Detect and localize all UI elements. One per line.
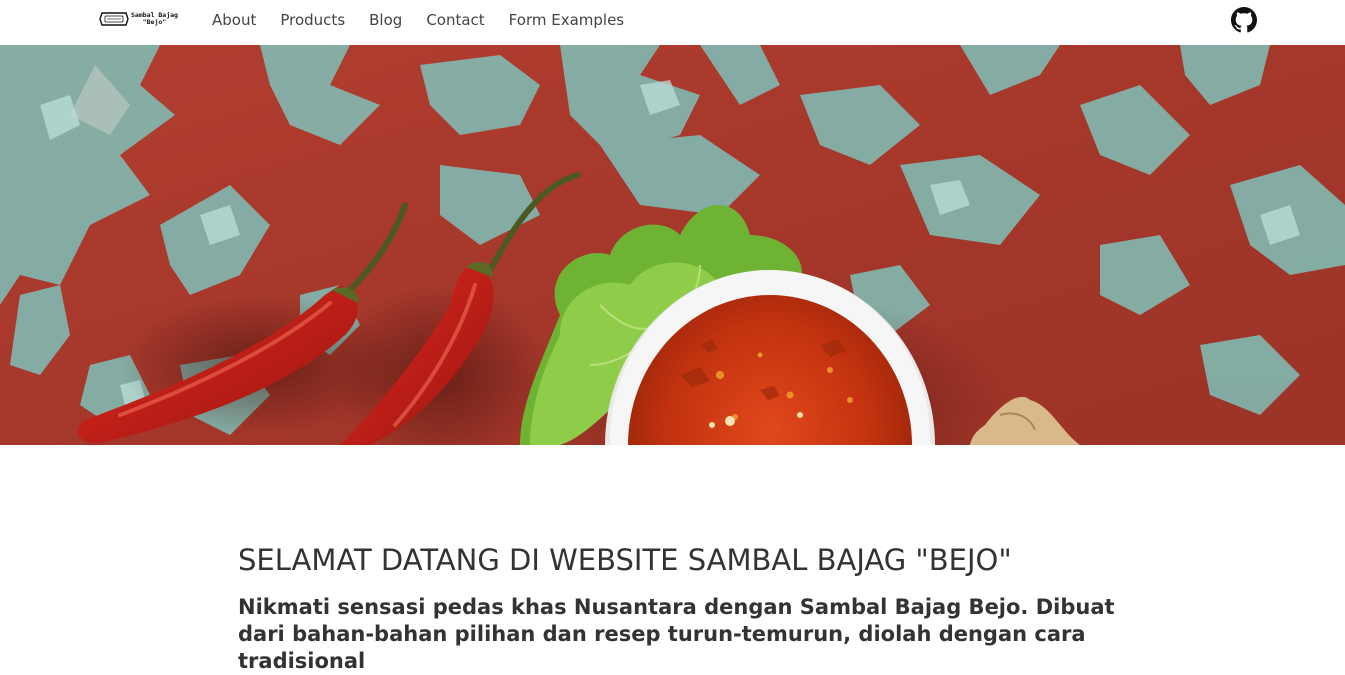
navbar: Sambal Bajag "Bejo" About Products Blog … — [0, 0, 1345, 45]
github-icon[interactable] — [1231, 7, 1257, 33]
nav-link-form-examples[interactable]: Form Examples — [509, 10, 624, 30]
logo-line2: "Bejo" — [142, 18, 167, 26]
hero-image — [0, 45, 1345, 445]
page-title: SELAMAT DATANG DI WEBSITE SAMBAL BAJAG "… — [238, 543, 1012, 577]
logo-badge-icon — [99, 12, 129, 26]
intro-text: Nikmati sensasi pedas khas Nusantara den… — [238, 595, 1115, 673]
logo-text: Sambal Bajag "Bejo" — [131, 12, 178, 26]
brand-logo[interactable]: Sambal Bajag "Bejo" — [99, 8, 187, 30]
nav-link-about[interactable]: About — [212, 10, 256, 30]
nav-link-contact[interactable]: Contact — [426, 10, 484, 30]
hero-banner — [0, 45, 1345, 445]
nav-link-products[interactable]: Products — [280, 10, 345, 30]
nav-link-blog[interactable]: Blog — [369, 10, 402, 30]
nav-links: About Products Blog Contact Form Example… — [212, 10, 648, 30]
main-content: SELAMAT DATANG DI WEBSITE SAMBAL BAJAG "… — [238, 540, 1118, 675]
